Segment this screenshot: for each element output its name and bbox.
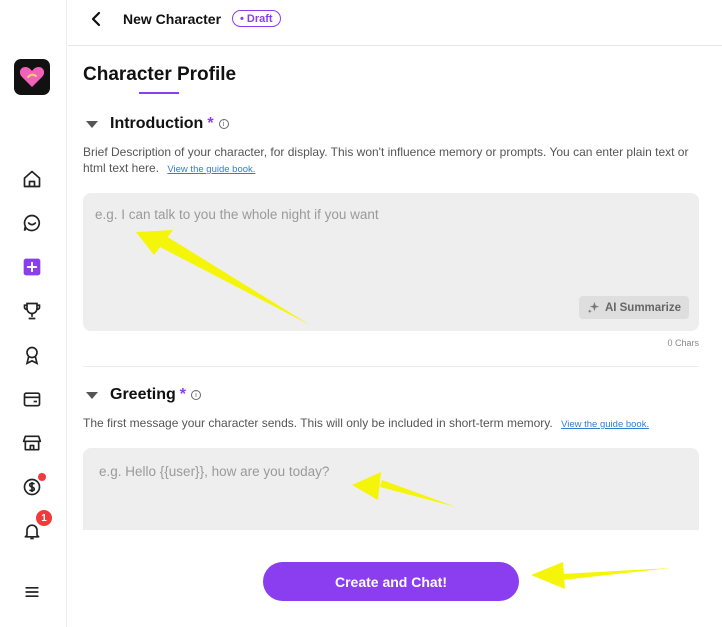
chevron-left-icon xyxy=(91,11,101,27)
info-icon[interactable]: i xyxy=(218,119,229,129)
introduction-header[interactable]: Introduction * i xyxy=(86,115,229,133)
notification-dot xyxy=(38,473,46,481)
greeting-header[interactable]: Greeting * i xyxy=(86,386,202,404)
nav-store[interactable] xyxy=(20,431,44,455)
nav-achievements[interactable] xyxy=(20,343,44,367)
heart-logo-icon xyxy=(19,67,45,87)
introduction-label: Introduction xyxy=(110,115,204,132)
top-bar: New Character • Draft xyxy=(68,0,722,46)
guide-link[interactable]: View the guide book. xyxy=(167,164,255,175)
introduction-description: Brief Description of your character, for… xyxy=(83,144,705,178)
greeting-label: Greeting xyxy=(110,386,176,403)
notification-count-badge: 1 xyxy=(36,510,52,526)
required-mark: * xyxy=(207,115,214,132)
greeting-textarea[interactable]: e.g. Hello {{user}}, how are you today? xyxy=(83,448,699,530)
back-button[interactable] xyxy=(86,9,106,29)
collapse-caret-icon[interactable] xyxy=(86,120,98,128)
sidebar: 1 xyxy=(0,0,67,627)
wallet-icon xyxy=(23,392,41,407)
create-and-chat-button[interactable]: Create and Chat! xyxy=(263,562,519,601)
chat-icon xyxy=(23,214,41,232)
nav-create[interactable] xyxy=(20,255,44,279)
app-logo[interactable] xyxy=(14,59,50,95)
section-divider xyxy=(83,366,699,367)
sparkle-icon xyxy=(587,301,600,314)
title-underline xyxy=(139,92,179,94)
menu-icon xyxy=(25,587,39,597)
nav-leaderboard[interactable] xyxy=(20,299,44,323)
nav-notifications[interactable]: 1 xyxy=(20,510,52,543)
main-content: Character Profile Introduction * i Brief… xyxy=(68,46,722,627)
nav-menu[interactable] xyxy=(20,580,44,604)
store-icon xyxy=(22,435,42,451)
page-title: New Character xyxy=(123,11,222,27)
draft-status-badge: • Draft xyxy=(232,10,281,27)
ai-summarize-button[interactable]: AI Summarize xyxy=(578,296,689,319)
collapse-caret-icon[interactable] xyxy=(86,391,98,399)
trophy-icon xyxy=(23,302,41,320)
introduction-placeholder: e.g. I can talk to you the whole night i… xyxy=(95,207,379,222)
award-icon xyxy=(25,346,39,365)
required-mark: * xyxy=(179,386,187,403)
create-plus-icon xyxy=(23,258,41,276)
nav-coins[interactable] xyxy=(20,473,46,499)
nav-home[interactable] xyxy=(20,167,44,191)
greeting-placeholder: e.g. Hello {{user}}, how are you today? xyxy=(99,464,330,479)
nav-chats[interactable] xyxy=(20,211,44,235)
ai-summarize-label: AI Summarize xyxy=(604,301,681,314)
nav-wallet[interactable] xyxy=(20,387,44,411)
section-title: Character Profile xyxy=(83,64,237,85)
guide-link[interactable]: View the guide book. xyxy=(561,419,649,430)
greeting-description-text: The first message your character sends. … xyxy=(83,416,553,430)
info-icon[interactable]: i xyxy=(191,390,202,400)
introduction-textarea[interactable]: e.g. I can talk to you the whole night i… xyxy=(83,193,699,331)
home-icon xyxy=(23,170,41,188)
char-count: 0 Chars xyxy=(667,338,699,348)
greeting-description: The first message your character sends. … xyxy=(83,415,705,433)
